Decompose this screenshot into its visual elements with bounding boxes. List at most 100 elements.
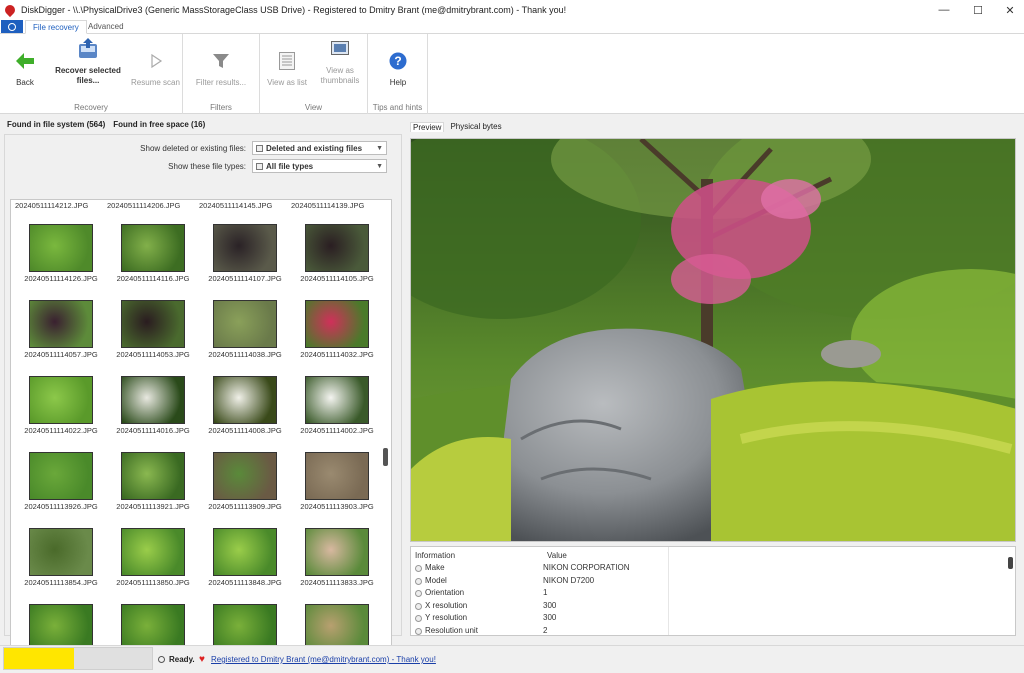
thumbnail-item[interactable]: 20240511114022.JPG — [21, 376, 101, 452]
minimize-button[interactable]: — — [928, 0, 960, 20]
thumbnail-item[interactable]: 20240511114107.JPG — [205, 224, 285, 300]
row-radio-icon[interactable] — [415, 627, 422, 635]
view-as-list-button[interactable]: View as list — [266, 38, 308, 88]
thumbnail-image[interactable] — [305, 528, 369, 576]
thumbnail-name[interactable]: 20240511114212.JPG — [15, 201, 95, 210]
thumbnail-item[interactable]: 20240511113909.JPG — [205, 452, 285, 528]
thumbnail-image[interactable] — [121, 376, 185, 424]
thumbnail-image[interactable] — [305, 452, 369, 500]
info-scrollbar[interactable] — [1008, 557, 1013, 569]
info-row[interactable]: X resolution 300 — [415, 601, 1015, 613]
thumbnail-image[interactable] — [305, 604, 369, 650]
grid-scrollbar[interactable] — [383, 200, 389, 650]
thumbs-label: View as thumbnails — [320, 66, 360, 85]
thumbnail-item[interactable]: 20240511114105.JPG — [297, 224, 377, 300]
thumbnail-image[interactable] — [29, 604, 93, 650]
show-deleted-select[interactable]: Deleted and existing files ▼ — [252, 141, 387, 155]
app-logo-icon — [2, 2, 18, 18]
thumbnail-item[interactable] — [297, 604, 377, 650]
row-radio-icon[interactable] — [415, 565, 422, 572]
recover-selected-button[interactable]: Recover selected files... — [52, 38, 124, 86]
info-key: X resolution — [425, 600, 468, 610]
thumbnail-item[interactable]: 20240511114057.JPG — [21, 300, 101, 376]
thumbnail-image[interactable] — [121, 604, 185, 650]
thumbnail-name: 20240511114016.JPG — [116, 426, 190, 435]
tab-physical-bytes[interactable]: Physical bytes — [448, 122, 503, 132]
info-row[interactable]: Make NIKON CORPORATION — [415, 563, 1015, 575]
thumbnail-grid[interactable]: 20240511114212.JPG 20240511114206.JPG 20… — [10, 199, 392, 651]
maximize-button[interactable]: ☐ — [962, 0, 994, 20]
row-radio-icon[interactable] — [415, 577, 422, 585]
thumbnail-item[interactable] — [205, 604, 285, 650]
thumbnail-image[interactable] — [213, 452, 277, 500]
tab-found-in-file-system[interactable]: Found in file system (564) — [7, 120, 105, 129]
close-button[interactable]: ✕ — [994, 0, 1024, 20]
tab-advanced[interactable]: Advanced — [81, 20, 131, 34]
tab-file-recovery[interactable]: File recovery — [25, 20, 87, 34]
app-menu-button[interactable] — [1, 20, 23, 33]
thumbnail-image[interactable] — [29, 300, 93, 348]
thumbnail-image[interactable] — [213, 224, 277, 272]
thumbnail-item[interactable]: 20240511113903.JPG — [297, 452, 377, 528]
thumbnail-image[interactable] — [213, 300, 277, 348]
thumbnail-item[interactable]: 20240511114053.JPG — [113, 300, 193, 376]
thumbnail-image[interactable] — [213, 528, 277, 576]
thumbnail-item[interactable]: 20240511113848.JPG — [205, 528, 285, 604]
thumbnail-image[interactable] — [213, 604, 277, 650]
thumbnail-image[interactable] — [121, 224, 185, 272]
row-radio-icon[interactable] — [415, 590, 422, 597]
registration-link[interactable]: Registered to Dmitry Brant (me@dmitrybra… — [211, 655, 436, 664]
thumbnail-name: 20240511114032.JPG — [300, 350, 374, 359]
row-radio-icon[interactable] — [415, 602, 422, 610]
thumbnail-item[interactable]: 20240511114126.JPG — [21, 224, 101, 300]
thumbnail-name[interactable]: 20240511114206.JPG — [107, 201, 187, 210]
info-header: Information Value — [415, 551, 1015, 560]
info-row[interactable]: Orientation 1 — [415, 588, 1015, 600]
thumbnail-image[interactable] — [305, 376, 369, 424]
thumbnail-item[interactable]: 20240511113850.JPG — [113, 528, 193, 604]
thumbnail-item[interactable] — [21, 604, 101, 650]
info-row[interactable]: Y resolution 300 — [415, 613, 1015, 625]
thumbnail-image[interactable] — [121, 300, 185, 348]
thumbnail-image[interactable] — [305, 300, 369, 348]
thumbnail-item[interactable]: 20240511114016.JPG — [113, 376, 193, 452]
funnel-icon — [210, 50, 232, 72]
show-types-select[interactable]: All file types ▼ — [252, 159, 387, 173]
thumbnail-item[interactable]: 20240511114008.JPG — [205, 376, 285, 452]
resume-scan-button[interactable]: Resume scan — [128, 38, 183, 88]
thumbnail-image[interactable] — [213, 376, 277, 424]
back-label: Back — [16, 78, 34, 87]
thumbnail-item[interactable]: 20240511113921.JPG — [113, 452, 193, 528]
thumbnail-item[interactable]: 20240511114002.JPG — [297, 376, 377, 452]
thumbnail-name: 20240511113903.JPG — [300, 502, 374, 511]
info-row[interactable]: Model NIKON D7200 — [415, 576, 1015, 588]
thumbnail-image[interactable] — [305, 224, 369, 272]
thumbnail-item[interactable]: 20240511114116.JPG — [113, 224, 193, 300]
back-button[interactable]: Back — [6, 38, 44, 88]
thumbnail-item[interactable]: 20240511114038.JPG — [205, 300, 285, 376]
help-button[interactable]: ? Help — [382, 38, 414, 88]
thumbnail-name[interactable]: 20240511114145.JPG — [199, 201, 279, 210]
filter-results-button[interactable]: Filter results... — [193, 38, 249, 88]
thumbnail-item[interactable]: 20240511114032.JPG — [297, 300, 377, 376]
thumbnail-name[interactable]: 20240511114139.JPG — [291, 201, 371, 210]
thumbnail-item[interactable]: 20240511113926.JPG — [21, 452, 101, 528]
tab-found-in-free-space[interactable]: Found in free space (16) — [113, 120, 205, 129]
thumbnail-image[interactable] — [29, 224, 93, 272]
thumbnail-image[interactable] — [121, 452, 185, 500]
thumbnail-image[interactable] — [29, 528, 93, 576]
info-row[interactable]: Resolution unit 2 — [415, 626, 1015, 636]
thumbnail-item[interactable]: 20240511113833.JPG — [297, 528, 377, 604]
thumbnail-name: 20240511113854.JPG — [24, 578, 98, 587]
thumbnail-item[interactable] — [113, 604, 193, 650]
left-tabs: Found in file system (564) Found in free… — [7, 120, 205, 129]
tab-preview[interactable]: Preview — [410, 122, 445, 132]
view-as-thumbnails-button[interactable]: View as thumbnails — [316, 38, 364, 86]
main-area: Found in file system (564) Found in free… — [0, 116, 1024, 651]
scrollbar-thumb[interactable] — [383, 448, 388, 466]
thumbnail-item[interactable]: 20240511113854.JPG — [21, 528, 101, 604]
thumbnail-image[interactable] — [121, 528, 185, 576]
thumbnail-image[interactable] — [29, 376, 93, 424]
thumbnail-image[interactable] — [29, 452, 93, 500]
row-radio-icon[interactable] — [415, 615, 422, 622]
